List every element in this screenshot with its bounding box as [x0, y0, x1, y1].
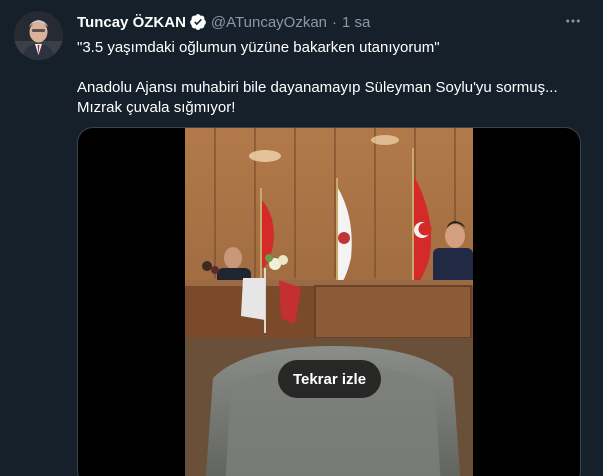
tweet-header: Tuncay ÖZKAN @ATuncayOzkan · 1 sa	[77, 11, 370, 33]
tweet-text: "3.5 yaşımdaki oğlumun yüzüne bakarken u…	[77, 38, 577, 118]
replay-button[interactable]: Tekrar izle	[278, 360, 381, 398]
author-avatar[interactable]	[14, 11, 63, 60]
video-frame	[185, 128, 473, 476]
avatar-image	[14, 11, 63, 60]
tweet-text-line: Anadolu Ajansı muhabiri bile dayanamayıp…	[77, 79, 558, 96]
verified-badge-icon	[189, 13, 207, 31]
separator-dot: ·	[332, 13, 338, 31]
author-name[interactable]: Tuncay ÖZKAN	[77, 14, 186, 31]
tweet[interactable]: Tuncay ÖZKAN @ATuncayOzkan · 1 sa "3.5 y…	[0, 0, 603, 476]
tweet-timestamp[interactable]: 1 sa	[342, 14, 370, 31]
tweet-text-line: Mızrak çuvala sığmıyor!	[77, 99, 236, 116]
video-player[interactable]: Tekrar izle	[77, 127, 581, 476]
author-handle[interactable]: @ATuncayOzkan	[211, 14, 327, 31]
more-options-icon[interactable]	[561, 9, 585, 33]
video-still-image	[185, 128, 473, 476]
tweet-text-quote: "3.5 yaşımdaki oğlumun yüzüne bakarken u…	[77, 39, 440, 56]
